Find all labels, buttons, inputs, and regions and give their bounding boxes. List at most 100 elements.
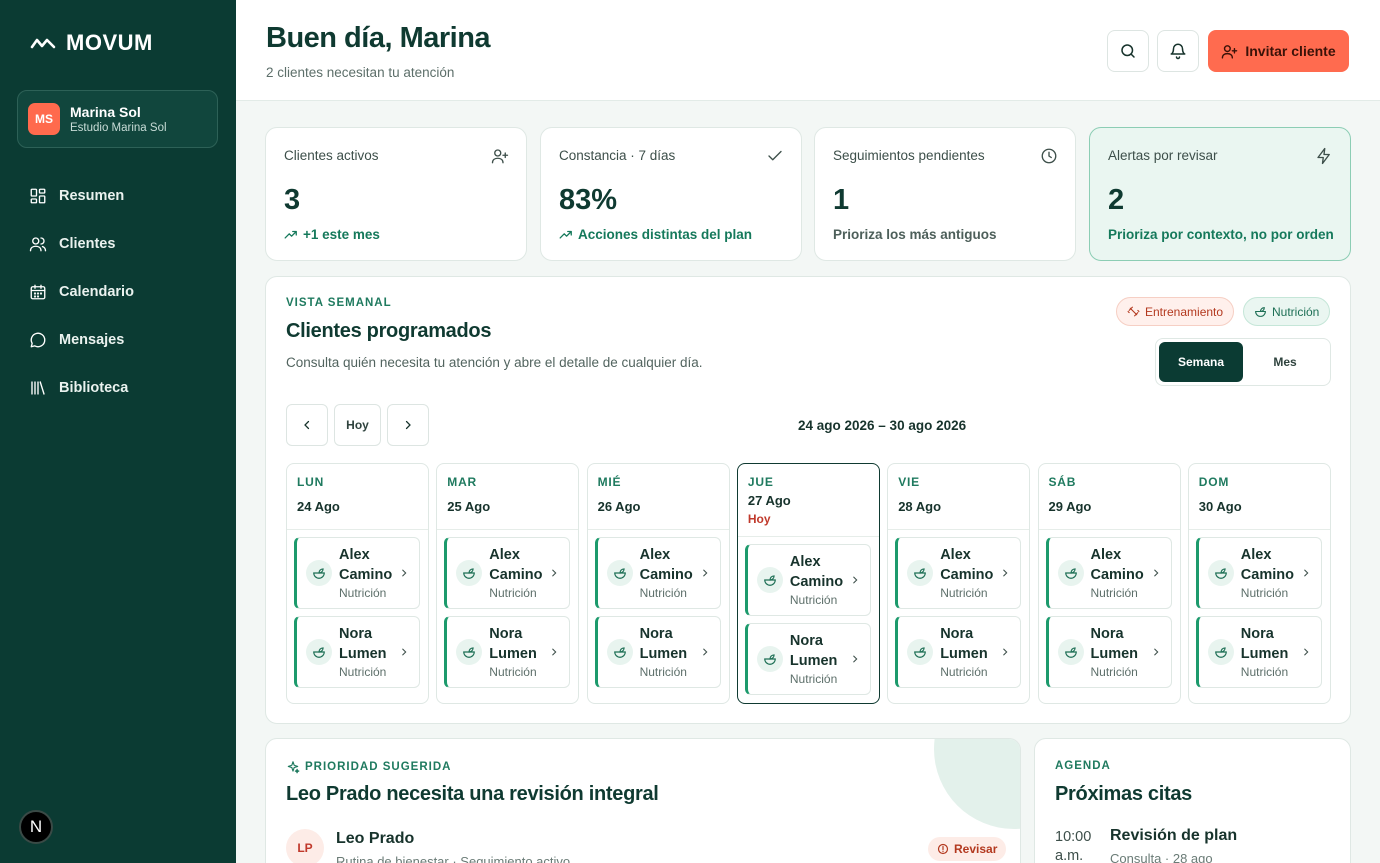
user-plus-icon xyxy=(1222,44,1238,59)
chevron-right-icon xyxy=(1153,569,1158,577)
appointment-card[interactable]: Nora Lumen Nutrición xyxy=(895,616,1022,688)
appointment-title[interactable]: Revisión de plan xyxy=(1110,827,1237,845)
appointment-card[interactable]: Alex Camino Nutrición xyxy=(1045,537,1172,609)
client-name[interactable]: Leo Prado xyxy=(336,830,414,848)
bolt-icon xyxy=(1317,147,1330,165)
appointment-card[interactable]: Alex Camino Nutrición xyxy=(444,537,571,609)
nav-item-biblioteca[interactable]: Biblioteca xyxy=(0,364,236,412)
day-column[interactable]: JUE 27 Ago Hoy Alex Camino Nutrición Nora Lum… xyxy=(736,463,880,704)
leaf-bowl-icon xyxy=(463,568,476,579)
chevron-right-icon xyxy=(853,655,858,663)
nutrition-badge xyxy=(756,567,783,593)
users-icon xyxy=(29,237,47,252)
trend-up-icon xyxy=(559,230,572,239)
nutrition-badge xyxy=(306,560,332,586)
brand-logo[interactable]: MOVUM xyxy=(30,30,153,56)
trend-up-icon xyxy=(284,230,297,239)
leaf-bowl-icon xyxy=(764,654,776,665)
leaf-bowl-icon xyxy=(313,647,325,658)
check-icon xyxy=(768,150,782,161)
next-week-button[interactable] xyxy=(387,404,429,446)
page-subtitle: 2 clientes necesitan tu atención xyxy=(266,65,455,80)
client-name: Nora Lumen xyxy=(1090,626,1139,662)
leaf-bowl-icon xyxy=(463,647,476,658)
stat-note: Prioriza los más antiguos xyxy=(833,227,997,242)
day-column[interactable]: DOM 30 Ago Alex Camino Nutrición Nora Lumen N… xyxy=(1187,463,1331,704)
nav-item-resumen[interactable]: Resumen xyxy=(0,172,236,220)
nav-item-calendario[interactable]: Calendario xyxy=(0,268,236,316)
nutrition-badge xyxy=(1207,639,1234,665)
prev-week-button[interactable] xyxy=(286,404,328,446)
appointment-card[interactable]: Alex Camino Nutrición xyxy=(294,537,420,609)
appointment-type: Nutrición xyxy=(940,665,988,679)
calendar-icon xyxy=(30,284,46,300)
dashboard-icon xyxy=(30,188,46,204)
stat-label: Seguimientos pendientes xyxy=(833,148,985,163)
appointment-card[interactable]: Nora Lumen Nutrición xyxy=(1195,616,1322,688)
day-divider xyxy=(587,529,729,530)
search-button[interactable] xyxy=(1107,30,1149,72)
appointment-type: Nutrición xyxy=(789,593,838,607)
appointment-card[interactable]: Alex Camino Nutrición xyxy=(594,537,721,609)
nav-label: Clientes xyxy=(59,236,116,252)
appointment-subtitle: Consulta · 28 ago xyxy=(1110,851,1213,863)
stat-note: Acciones distintas del plan xyxy=(559,227,752,242)
chevron-right-icon xyxy=(702,569,708,577)
appointment-card[interactable]: Nora Lumen Nutrición xyxy=(1045,616,1172,688)
appointment-card[interactable]: Nora Lumen Nutrición xyxy=(444,616,571,688)
appointment-card[interactable]: Nora Lumen Nutrición xyxy=(294,616,420,688)
chevron-right-icon xyxy=(1153,648,1158,656)
day-divider xyxy=(888,529,1030,530)
user-card[interactable]: MS Marina Sol Estudio Marina Sol xyxy=(17,90,218,148)
appointment-type: Nutrición xyxy=(339,665,387,679)
today-button[interactable]: Hoy xyxy=(334,404,381,446)
nutrition-badge xyxy=(756,646,783,672)
appointment-type: Nutrición xyxy=(1090,586,1138,600)
client-name: Alex Camino xyxy=(1240,547,1294,583)
user-plus-icon xyxy=(491,149,509,164)
dumbbell-icon xyxy=(1127,306,1140,317)
toggle-week[interactable]: Semana xyxy=(1159,342,1243,382)
appointment-type: Nutrición xyxy=(789,672,838,686)
nutrition-badge xyxy=(1057,639,1084,665)
dev-badge[interactable]: N xyxy=(19,810,53,844)
stat-label: Constancia · 7 días xyxy=(559,148,676,163)
appointment-card[interactable]: Alex Camino Nutrición xyxy=(895,537,1022,609)
day-column[interactable]: SÁB 29 Ago Alex Camino Nutrición Nora Lumen N… xyxy=(1037,463,1181,704)
stat-card-consistency[interactable]: Constancia · 7 días 83% Acciones distint… xyxy=(540,127,802,261)
appointment-type: Nutrición xyxy=(339,586,387,600)
user-studio: Estudio Marina Sol xyxy=(70,122,167,134)
day-column[interactable]: LUN 24 Ago Alex Camino Nutrición Nora Lumen N… xyxy=(286,463,429,704)
nav-item-mensajes[interactable]: Mensajes xyxy=(0,316,236,364)
avatar: MS xyxy=(28,103,60,135)
legend-training-chip[interactable]: Entrenamiento xyxy=(1116,297,1235,326)
appointment-card[interactable]: Alex Camino Nutrición xyxy=(1195,537,1322,609)
day-name: LUN xyxy=(297,475,325,489)
main-nav: Resumen Clientes Calendario Mensajes Bib… xyxy=(0,172,236,412)
client-name: Alex Camino xyxy=(639,547,693,583)
stat-card-followups[interactable]: Seguimientos pendientes 1 Prioriza los m… xyxy=(814,127,1076,261)
appointment-card[interactable]: Nora Lumen Nutrición xyxy=(594,616,721,688)
user-name: Marina Sol xyxy=(70,104,141,120)
invite-client-button[interactable]: Invitar cliente xyxy=(1208,30,1349,72)
appointment-card[interactable]: Alex Camino Nutrición xyxy=(744,544,871,616)
leaf-bowl-icon xyxy=(313,568,325,579)
day-date: 27 Ago xyxy=(747,493,791,508)
appointment-time: 10:00 a.m. xyxy=(1055,829,1092,863)
search-icon xyxy=(1121,44,1135,58)
appointment-card[interactable]: Nora Lumen Nutrición xyxy=(744,623,871,695)
nav-item-clientes[interactable]: Clientes xyxy=(0,220,236,268)
review-badge[interactable]: Revisar xyxy=(928,837,1007,861)
stat-note-text: Acciones distintas del plan xyxy=(578,227,753,242)
legend-nutrition-chip[interactable]: Nutrición xyxy=(1243,297,1331,326)
day-column[interactable]: MIÉ 26 Ago Alex Camino Nutrición Nora Lumen N… xyxy=(586,463,730,704)
chevron-right-icon xyxy=(405,420,411,430)
stat-card-active-clients[interactable]: Clientes activos 3 +1 este mes xyxy=(265,127,527,261)
brand-name: MOVUM xyxy=(66,30,153,55)
section-title: Clientes programados xyxy=(286,320,492,342)
notifications-button[interactable] xyxy=(1157,30,1199,72)
stat-card-alerts[interactable]: Alertas por revisar 2 Prioriza por conte… xyxy=(1089,127,1351,261)
day-column[interactable]: MAR 25 Ago Alex Camino Nutrición Nora Lumen N… xyxy=(436,463,580,704)
day-column[interactable]: VIE 28 Ago Alex Camino Nutrición Nora Lumen N… xyxy=(887,463,1031,704)
toggle-month[interactable]: Mes xyxy=(1243,342,1327,382)
